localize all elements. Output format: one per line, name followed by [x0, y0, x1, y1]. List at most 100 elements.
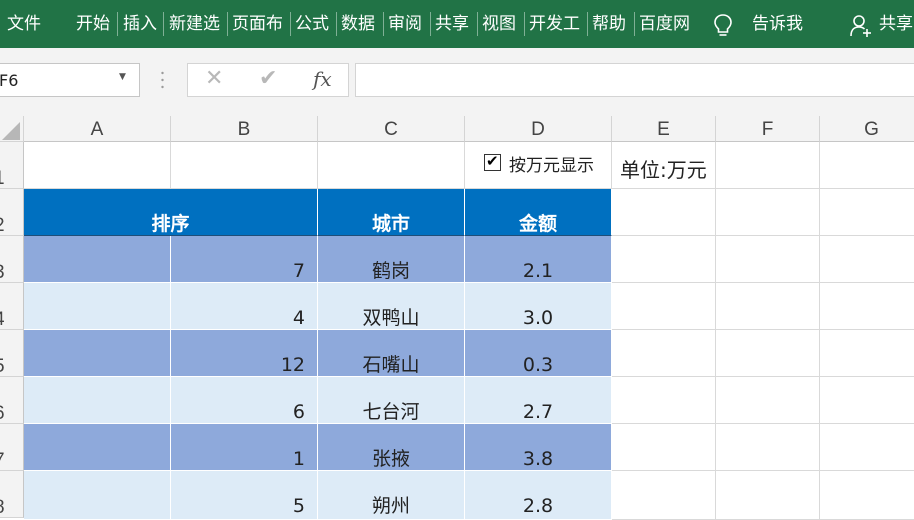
amount-cell[interactable]: 0.3 — [465, 330, 612, 377]
cell-f8[interactable] — [716, 471, 820, 520]
city-cell[interactable]: 朔州 — [318, 471, 465, 520]
row-number: 1 — [0, 168, 5, 188]
tab-new-options[interactable]: 新建选 — [169, 11, 220, 37]
formula-input[interactable] — [355, 63, 914, 97]
table-header-amount[interactable]: 金额 — [465, 189, 612, 236]
cell-c1[interactable] — [318, 142, 465, 189]
tab-developer[interactable]: 开发工 — [529, 11, 580, 37]
cell-f1[interactable] — [716, 142, 820, 189]
cell-f7[interactable] — [716, 424, 820, 471]
tab-insert[interactable]: 插入 — [123, 11, 157, 37]
cell-e2[interactable] — [612, 189, 716, 236]
checkbox-label[interactable]: 按万元显示 — [509, 151, 594, 176]
cell-e5[interactable] — [612, 330, 716, 377]
cell-g5[interactable] — [820, 330, 914, 377]
rank-cell[interactable]: 12 — [171, 330, 318, 377]
rank-cell[interactable]: 4 — [171, 283, 318, 330]
cell-g8[interactable] — [820, 471, 914, 520]
table-header-city[interactable]: 城市 — [318, 189, 465, 236]
cell-f4[interactable] — [716, 283, 820, 330]
cell-a1[interactable] — [24, 142, 171, 189]
lightbulb-icon[interactable] — [713, 13, 733, 39]
rank-cell[interactable]: 6 — [171, 377, 318, 424]
row-header-7[interactable]: 7 — [0, 424, 24, 471]
share-user-icon[interactable] — [850, 14, 872, 38]
cell-b1[interactable] — [171, 142, 318, 189]
rank-cell[interactable]: 7 — [171, 236, 318, 283]
cell-g4[interactable] — [820, 283, 914, 330]
cell-a6[interactable] — [24, 377, 171, 424]
tab-data[interactable]: 数据 — [341, 11, 375, 37]
name-box[interactable]: F6 ▼ — [0, 63, 140, 97]
row-header-2[interactable]: 2 — [0, 189, 24, 236]
cell-g3[interactable] — [820, 236, 914, 283]
cell-a7[interactable]: ★★★ — [24, 424, 171, 471]
tab-home[interactable]: 开始 — [76, 11, 110, 37]
cell-f3[interactable] — [716, 236, 820, 283]
city-cell[interactable]: 张掖 — [318, 424, 465, 471]
cell-f2[interactable] — [716, 189, 820, 236]
city-cell[interactable]: 鹤岗 — [318, 236, 465, 283]
table-header-rank[interactable]: 排序 — [24, 189, 318, 236]
cell-f6[interactable] — [716, 377, 820, 424]
cell-e6[interactable] — [612, 377, 716, 424]
cancel-icon[interactable]: ✕ — [205, 66, 223, 91]
tab-divider — [290, 12, 291, 36]
drag-handle-icon[interactable] — [161, 71, 164, 89]
row-header-1[interactable]: 1 — [0, 142, 24, 189]
cell-a4[interactable] — [24, 283, 171, 330]
amount-cell[interactable]: 2.8 — [465, 471, 612, 520]
column-header-e[interactable]: E — [612, 116, 716, 142]
city-cell[interactable]: 双鸭山 — [318, 283, 465, 330]
row-header-8[interactable]: 8 — [0, 471, 24, 518]
cell-e8[interactable] — [612, 471, 716, 520]
rank-cell[interactable]: 5 — [171, 471, 318, 520]
tab-help[interactable]: 帮助 — [592, 11, 626, 37]
city-cell[interactable]: 石嘴山 — [318, 330, 465, 377]
cell-a8[interactable] — [24, 471, 171, 520]
tab-view[interactable]: 视图 — [482, 11, 516, 37]
tab-baidu-netdisk[interactable]: 百度网 — [639, 11, 690, 37]
column-header-a[interactable]: A — [24, 116, 171, 142]
cell-g7[interactable] — [820, 424, 914, 471]
column-header-d[interactable]: D — [465, 116, 612, 142]
cell-e7[interactable] — [612, 424, 716, 471]
column-header-f[interactable]: F — [716, 116, 820, 142]
cell-a5[interactable] — [24, 330, 171, 377]
cell-f5[interactable] — [716, 330, 820, 377]
tab-review[interactable]: 审阅 — [388, 11, 422, 37]
row-header-6[interactable]: 6 — [0, 377, 24, 424]
column-header-b[interactable]: B — [171, 116, 318, 142]
enter-icon[interactable]: ✔ — [259, 66, 277, 91]
tab-share[interactable]: 共享 — [435, 11, 469, 37]
cell-a3[interactable] — [24, 236, 171, 283]
row-header-5[interactable]: 5 — [0, 330, 24, 377]
cell-e3[interactable] — [612, 236, 716, 283]
amount-cell[interactable]: 2.1 — [465, 236, 612, 283]
tab-formulas[interactable]: 公式 — [295, 11, 329, 37]
amount-cell[interactable]: 3.8 — [465, 424, 612, 471]
share-button[interactable]: 共享 — [879, 11, 913, 37]
city-cell[interactable]: 七台河 — [318, 377, 465, 424]
tell-me-search[interactable]: 告诉我 — [752, 11, 803, 37]
tab-divider — [634, 12, 635, 36]
row-header-4[interactable]: 4 — [0, 283, 24, 330]
column-header-c[interactable]: C — [318, 116, 465, 142]
row-header-3[interactable]: 3 — [0, 236, 24, 283]
tab-file[interactable]: 文件 — [7, 11, 41, 37]
tab-divider — [227, 12, 228, 36]
row-number: 8 — [0, 497, 5, 517]
select-all-button[interactable] — [0, 116, 24, 142]
amount-cell[interactable]: 2.7 — [465, 377, 612, 424]
cell-g2[interactable] — [820, 189, 914, 236]
display-in-wan-checkbox[interactable]: ✔ — [484, 152, 501, 171]
insert-function-icon[interactable]: fx — [313, 67, 332, 91]
cell-g6[interactable] — [820, 377, 914, 424]
cell-e4[interactable] — [612, 283, 716, 330]
tab-page-layout[interactable]: 页面布 — [232, 11, 283, 37]
amount-cell[interactable]: 3.0 — [465, 283, 612, 330]
column-header-g[interactable]: G — [820, 116, 914, 142]
chevron-down-icon[interactable]: ▼ — [119, 72, 126, 82]
cell-g1[interactable] — [820, 142, 914, 189]
rank-cell[interactable]: 1 — [171, 424, 318, 471]
